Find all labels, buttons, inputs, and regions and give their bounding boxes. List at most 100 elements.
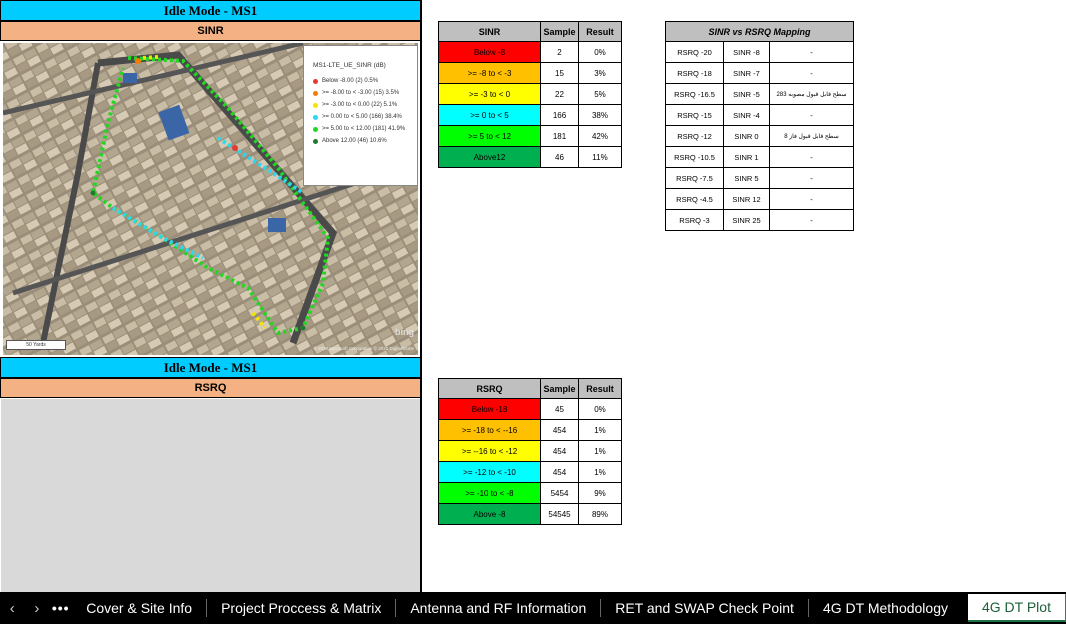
rsrq-cell[interactable]: RSRQ -10.5 [665, 146, 724, 168]
sample-cell[interactable]: 22 [540, 83, 579, 105]
table-header: SINR [438, 21, 541, 42]
range-cell[interactable]: Below -8 [438, 41, 541, 63]
note-cell[interactable]: سطح قابل قبول فاز 8 [769, 125, 854, 147]
result-cell[interactable]: 11% [578, 146, 622, 168]
range-cell[interactable]: >= -3 to < 0 [438, 83, 541, 105]
sinr-cell[interactable]: SINR -4 [723, 104, 770, 126]
drive-test-map[interactable]: MS1-LTE_UE_SINR (dB) Below -8.00 (2) 0.5… [3, 43, 418, 355]
sinr-panel-subtitle: SINR [0, 21, 421, 41]
result-cell[interactable]: 42% [578, 125, 622, 147]
sheet-tab-bar: ‹ › ••• Cover & Site Info Project Procce… [0, 592, 1066, 624]
result-cell[interactable]: 89% [578, 503, 622, 525]
mapping-title: SINR vs RSRQ Mapping [665, 21, 854, 42]
sample-cell[interactable]: 2 [540, 41, 579, 63]
rsrq-plot-area [1, 399, 420, 592]
rsrq-cell[interactable]: RSRQ -18 [665, 62, 724, 84]
table-row: >= -18 to < --16 454 1% [438, 419, 622, 441]
more-icon[interactable]: ••• [49, 600, 72, 616]
chevron-right-icon[interactable]: › [25, 600, 50, 617]
tab-ret-swap-check-point[interactable]: RET and SWAP Check Point [601, 599, 809, 617]
map-legend-label: Above 12.00 (46) 10.6% [322, 138, 387, 144]
result-cell[interactable]: 0% [578, 398, 622, 420]
map-legend: MS1-LTE_UE_SINR (dB) Below -8.00 (2) 0.5… [303, 45, 418, 186]
tab-4g-dt-plot[interactable]: 4G DT Plot [967, 594, 1066, 622]
map-legend-item: >= 5.00 to < 12.00 (181) 41.9% [313, 123, 412, 135]
table-row: >= --16 to < -12 454 1% [438, 440, 622, 462]
table-row: Below -18 45 0% [438, 398, 622, 420]
result-cell[interactable]: 1% [578, 461, 622, 483]
table-row: >= -3 to < 0 22 5% [438, 83, 622, 105]
sinr-cell[interactable]: SINR 5 [723, 167, 770, 189]
range-cell[interactable]: >= 5 to < 12 [438, 125, 541, 147]
range-cell[interactable]: Above12 [438, 146, 541, 168]
sinr-cell[interactable]: SINR 25 [723, 209, 770, 231]
rsrq-panel-subtitle: RSRQ [0, 378, 421, 398]
range-cell[interactable]: Above -8 [438, 503, 541, 525]
range-cell[interactable]: >= -8 to < -3 [438, 62, 541, 84]
sinr-cell[interactable]: SINR -7 [723, 62, 770, 84]
rsrq-cell[interactable]: RSRQ -16.5 [665, 83, 724, 105]
note-cell[interactable]: - [769, 41, 854, 63]
tab-cover-site-info[interactable]: Cover & Site Info [72, 599, 208, 617]
table-header: Result [578, 21, 622, 42]
result-cell[interactable]: 0% [578, 41, 622, 63]
range-cell[interactable]: >= -10 to < -8 [438, 482, 541, 504]
range-cell[interactable]: Below -18 [438, 398, 541, 420]
note-cell[interactable]: - [769, 167, 854, 189]
note-cell[interactable]: - [769, 62, 854, 84]
column-divider [420, 0, 422, 592]
range-cell[interactable]: >= -12 to < -10 [438, 461, 541, 483]
table-header: RSRQ [438, 378, 541, 399]
sample-cell[interactable]: 166 [540, 104, 579, 126]
table-row: RSRQ -4.5 SINR 12- [665, 188, 854, 210]
sinr-legend-table: SINR Sample Result Below -8 2 0% >= -8 to … [438, 21, 622, 168]
table-row: RSRQ -16.5 SINR -5 سطح قابل قبول مصوبه 283 [665, 83, 854, 105]
sinr-cell[interactable]: SINR 0 [723, 125, 770, 147]
table-row: RSRQ -3 SINR 25- [665, 209, 854, 231]
sample-cell[interactable]: 181 [540, 125, 579, 147]
rsrq-cell[interactable]: RSRQ -15 [665, 104, 724, 126]
rsrq-legend-table: RSRQ Sample Result Below -18 45 0% >= -18 … [438, 378, 622, 525]
map-legend-item: >= -8.00 to < -3.00 (15) 3.5% [313, 87, 412, 99]
table-row: >= -8 to < -3 15 3% [438, 62, 622, 84]
table-header: Sample [540, 21, 579, 42]
sinr-cell[interactable]: SINR -8 [723, 41, 770, 63]
table-row: RSRQ -10.5 SINR 1- [665, 146, 854, 168]
tab-4g-dt-methodology[interactable]: 4G DT Methodology [809, 599, 962, 617]
result-cell[interactable]: 38% [578, 104, 622, 126]
sample-cell[interactable]: 54545 [540, 503, 579, 525]
result-cell[interactable]: 1% [578, 440, 622, 462]
note-cell[interactable]: - [769, 209, 854, 231]
rsrq-cell[interactable]: RSRQ -20 [665, 41, 724, 63]
sample-cell[interactable]: 46 [540, 146, 579, 168]
result-cell[interactable]: 9% [578, 482, 622, 504]
result-cell[interactable]: 5% [578, 83, 622, 105]
sinr-cell[interactable]: SINR 1 [723, 146, 770, 168]
sample-cell[interactable]: 45 [540, 398, 579, 420]
sinr-cell[interactable]: SINR -5 [723, 83, 770, 105]
sinr-cell[interactable]: SINR 12 [723, 188, 770, 210]
sample-cell[interactable]: 454 [540, 419, 579, 441]
note-cell[interactable]: سطح قابل قبول مصوبه 283 [769, 83, 854, 105]
rsrq-cell[interactable]: RSRQ -12 [665, 125, 724, 147]
note-cell[interactable]: - [769, 146, 854, 168]
chevron-left-icon[interactable]: ‹ [0, 600, 25, 617]
tab-antenna-rf-information[interactable]: Antenna and RF Information [396, 599, 602, 617]
tab-project-process-matrix[interactable]: Project Proccess & Matrix [207, 599, 397, 617]
sample-cell[interactable]: 5454 [540, 482, 579, 504]
note-cell[interactable]: - [769, 188, 854, 210]
range-cell[interactable]: >= --16 to < -12 [438, 440, 541, 462]
rsrq-cell[interactable]: RSRQ -7.5 [665, 167, 724, 189]
range-cell[interactable]: >= 0 to < 5 [438, 104, 541, 126]
table-header: Sample [540, 378, 579, 399]
sample-cell[interactable]: 454 [540, 440, 579, 462]
sample-cell[interactable]: 454 [540, 461, 579, 483]
map-legend-label: >= -8.00 to < -3.00 (15) 3.5% [322, 90, 400, 96]
sample-cell[interactable]: 15 [540, 62, 579, 84]
rsrq-cell[interactable]: RSRQ -4.5 [665, 188, 724, 210]
result-cell[interactable]: 3% [578, 62, 622, 84]
rsrq-cell[interactable]: RSRQ -3 [665, 209, 724, 231]
range-cell[interactable]: >= -18 to < --16 [438, 419, 541, 441]
result-cell[interactable]: 1% [578, 419, 622, 441]
note-cell[interactable]: - [769, 104, 854, 126]
